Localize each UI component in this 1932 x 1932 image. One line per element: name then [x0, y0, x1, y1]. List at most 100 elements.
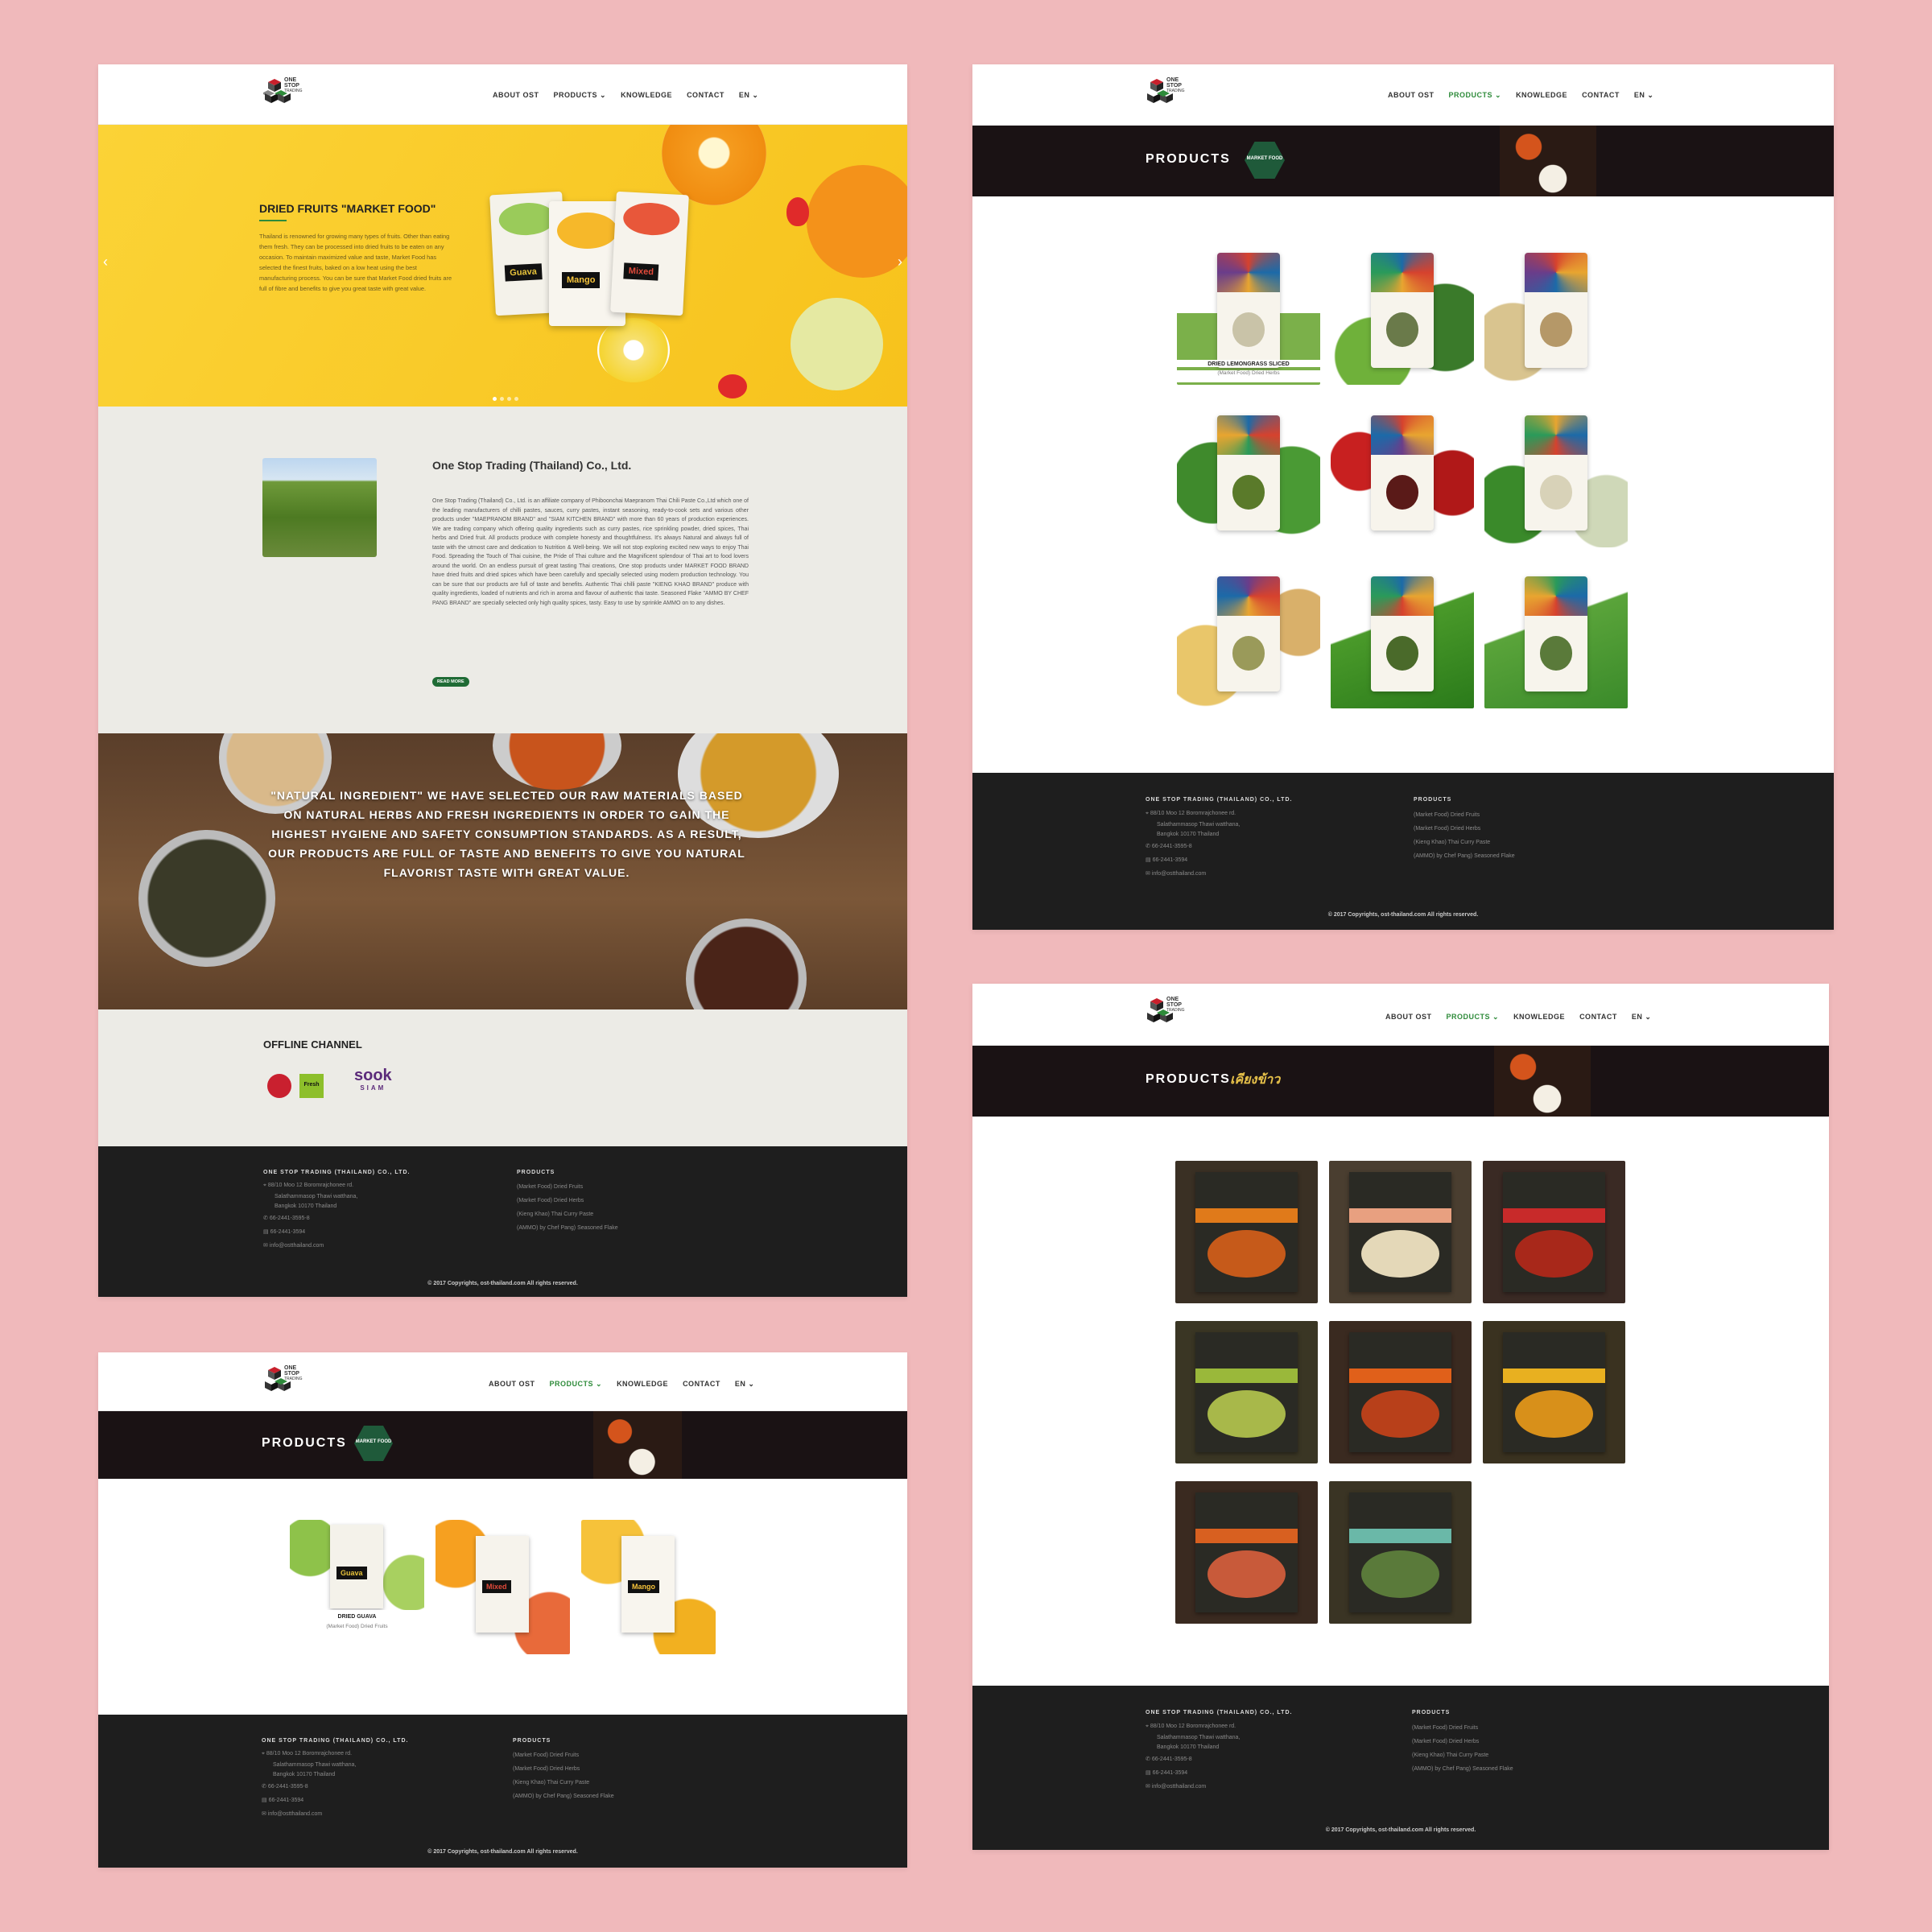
- spoon-decor: [1494, 1046, 1591, 1117]
- footer-product-link[interactable]: (Kieng Khao) Thai Curry Paste: [513, 1776, 614, 1790]
- menu-knowledge[interactable]: KNOWLEDGE: [1513, 1013, 1565, 1022]
- footer-email[interactable]: ✉ info@ostthailand.com: [1146, 1780, 1240, 1794]
- footer-product-link[interactable]: (Market Food) Dried Fruits: [1414, 808, 1515, 822]
- menu-about[interactable]: ABOUT OST: [489, 1380, 535, 1389]
- retailer-logo-sook[interactable]: sook SIAM: [354, 1067, 392, 1095]
- product-card[interactable]: Mixed: [436, 1520, 570, 1654]
- footer-email[interactable]: ✉ info@ostthailand.com: [1146, 867, 1240, 881]
- menu-about[interactable]: ABOUT OST: [1385, 1013, 1432, 1022]
- footer-product-link[interactable]: (Market Food) Dried Herbs: [1412, 1735, 1513, 1748]
- footer-fax: ▤ 66-2441-3594: [262, 1798, 304, 1803]
- retailer-logo-red[interactable]: [267, 1074, 291, 1098]
- menu-knowledge[interactable]: KNOWLEDGE: [621, 91, 672, 100]
- read-more-button[interactable]: READ MORE: [432, 677, 469, 687]
- footer-address-line: ⌖ 88/10 Moo 12 Boromrajchonee rd.: [262, 1751, 353, 1757]
- product-card[interactable]: [1484, 242, 1628, 385]
- product-card[interactable]: [1483, 1321, 1625, 1463]
- product-card[interactable]: [1329, 1161, 1472, 1303]
- product-card[interactable]: [1329, 1321, 1472, 1463]
- product-card[interactable]: [1175, 1161, 1318, 1303]
- footer-product-link[interactable]: (Market Food) Dried Fruits: [513, 1748, 614, 1762]
- menu-language-label: EN: [1631, 1013, 1643, 1021]
- footer-product-link[interactable]: (Kieng Khao) Thai Curry Paste: [517, 1208, 618, 1221]
- footer-email[interactable]: ✉ info@ostthailand.com: [263, 1239, 357, 1253]
- product-card[interactable]: [1331, 242, 1474, 385]
- menu-products[interactable]: PRODUCTS ⌄: [1447, 1013, 1500, 1022]
- logo-line-1: ONE: [1166, 77, 1179, 83]
- footer-product-link[interactable]: (AMMO) by Chef Pang) Seasoned Flake: [513, 1790, 614, 1803]
- logo-line-3: TRADING: [1166, 1008, 1185, 1013]
- product-card[interactable]: [1483, 1161, 1625, 1303]
- product-pouch: [1370, 253, 1435, 368]
- menu-products[interactable]: PRODUCTS ⌄: [550, 1380, 603, 1389]
- hero-slider: DRIED FRUITS "MARKET FOOD" Thailand is r…: [98, 125, 907, 407]
- footer-fax: ▤ 66-2441-3594: [1146, 857, 1188, 863]
- menu-language[interactable]: EN ⌄: [739, 91, 759, 100]
- curry-pack: [1195, 1332, 1298, 1452]
- product-card[interactable]: [1484, 404, 1628, 547]
- chili-bowl: [493, 733, 621, 790]
- menu-contact[interactable]: CONTACT: [1582, 91, 1620, 100]
- footer-company: ONE STOP TRADING (THAILAND) CO., LTD.: [1146, 1710, 1293, 1715]
- product-card[interactable]: [1329, 1481, 1472, 1624]
- menu-knowledge[interactable]: KNOWLEDGE: [617, 1380, 668, 1389]
- ost-logo[interactable]: ONE STOP TRADING: [1146, 76, 1186, 113]
- ost-logo[interactable]: ONE STOP TRADING: [262, 76, 303, 113]
- slider-prev-icon[interactable]: ‹: [103, 254, 108, 270]
- footer: ONE STOP TRADING (THAILAND) CO., LTD. ⌖ …: [972, 1686, 1829, 1850]
- first-product-name[interactable]: DRIED LEMONGRASS SLICED: [1177, 360, 1320, 367]
- slider-dots[interactable]: [491, 390, 520, 405]
- product-card[interactable]: [1175, 1321, 1318, 1463]
- menu-language[interactable]: EN ⌄: [735, 1380, 755, 1389]
- ost-logo[interactable]: ONE STOP TRADING: [1146, 995, 1186, 1032]
- menu-about[interactable]: ABOUT OST: [1388, 91, 1435, 100]
- pouch-guava: Guava: [330, 1525, 383, 1608]
- ost-logo[interactable]: ONE STOP TRADING: [263, 1364, 303, 1401]
- menu-products[interactable]: PRODUCTS ⌄: [554, 91, 607, 100]
- first-product-name[interactable]: DRIED GUAVA: [290, 1614, 424, 1620]
- market-food-badge-label: MARKET FOOD: [355, 1439, 392, 1444]
- menu-contact[interactable]: CONTACT: [683, 1380, 720, 1389]
- footer-contact: ⌖ 88/10 Moo 12 Boromrajchonee rd. Salath…: [1146, 807, 1240, 881]
- menu-contact[interactable]: CONTACT: [1579, 1013, 1617, 1022]
- footer-product-link[interactable]: (AMMO) by Chef Pang) Seasoned Flake: [1414, 849, 1515, 863]
- footer-product-link[interactable]: (Kieng Khao) Thai Curry Paste: [1414, 836, 1515, 849]
- footer-product-link[interactable]: (Market Food) Dried Herbs: [1414, 822, 1515, 836]
- footer-products-title: PRODUCTS: [513, 1738, 551, 1744]
- footer: ONE STOP TRADING (THAILAND) CO., LTD. ⌖ …: [98, 1715, 907, 1868]
- footer-product-link[interactable]: (Kieng Khao) Thai Curry Paste: [1412, 1748, 1513, 1762]
- phone-value: 66-2441-3595-8: [1151, 844, 1192, 849]
- footer-email[interactable]: ✉ info@ostthailand.com: [262, 1807, 356, 1821]
- menu-contact[interactable]: CONTACT: [687, 91, 724, 100]
- product-card[interactable]: [1331, 565, 1474, 708]
- footer-product-link[interactable]: (Market Food) Dried Herbs: [513, 1762, 614, 1776]
- menu-products[interactable]: PRODUCTS ⌄: [1449, 91, 1502, 100]
- menu-language[interactable]: EN ⌄: [1632, 1013, 1652, 1022]
- product-card[interactable]: [1484, 565, 1628, 708]
- footer-products-list: (Market Food) Dried Fruits (Market Food)…: [1412, 1721, 1513, 1776]
- product-card[interactable]: [1331, 404, 1474, 547]
- address-1: 88/10 Moo 12 Boromrajchonee rd.: [1150, 1724, 1236, 1729]
- menu-about[interactable]: ABOUT OST: [493, 91, 539, 100]
- menu-language[interactable]: EN ⌄: [1634, 91, 1654, 100]
- footer: ONE STOP TRADING (THAILAND) CO., LTD. ⌖ …: [98, 1146, 907, 1297]
- lemon-decor: [597, 318, 670, 382]
- retailer-logo-fresh[interactable]: Fresh: [299, 1074, 324, 1098]
- product-card[interactable]: Guava: [290, 1520, 424, 1610]
- product-card[interactable]: [1175, 1481, 1318, 1624]
- home-page-panel: ONE STOP TRADING ABOUT OST PRODUCTS ⌄ KNOW…: [98, 64, 907, 1297]
- product-card[interactable]: Mango: [581, 1520, 716, 1654]
- footer-product-link[interactable]: (AMMO) by Chef Pang) Seasoned Flake: [517, 1221, 618, 1235]
- footer-product-link[interactable]: (Market Food) Dried Herbs: [517, 1194, 618, 1208]
- footer-product-link[interactable]: (Market Food) Dried Fruits: [517, 1180, 618, 1194]
- footer-product-link[interactable]: (AMMO) by Chef Pang) Seasoned Flake: [1412, 1762, 1513, 1776]
- product-card[interactable]: [1177, 565, 1320, 708]
- menu-knowledge[interactable]: KNOWLEDGE: [1516, 91, 1567, 100]
- logo-line-2: STOP: [284, 1371, 299, 1377]
- slider-next-icon[interactable]: ›: [898, 254, 902, 270]
- quote-text: "NATURAL INGREDIENT" WE HAVE SELECTED OU…: [268, 789, 745, 879]
- footer-product-link[interactable]: (Market Food) Dried Fruits: [1412, 1721, 1513, 1735]
- product-card[interactable]: [1177, 404, 1320, 547]
- apple-decor: [791, 298, 883, 390]
- product-pouch: [1370, 576, 1435, 691]
